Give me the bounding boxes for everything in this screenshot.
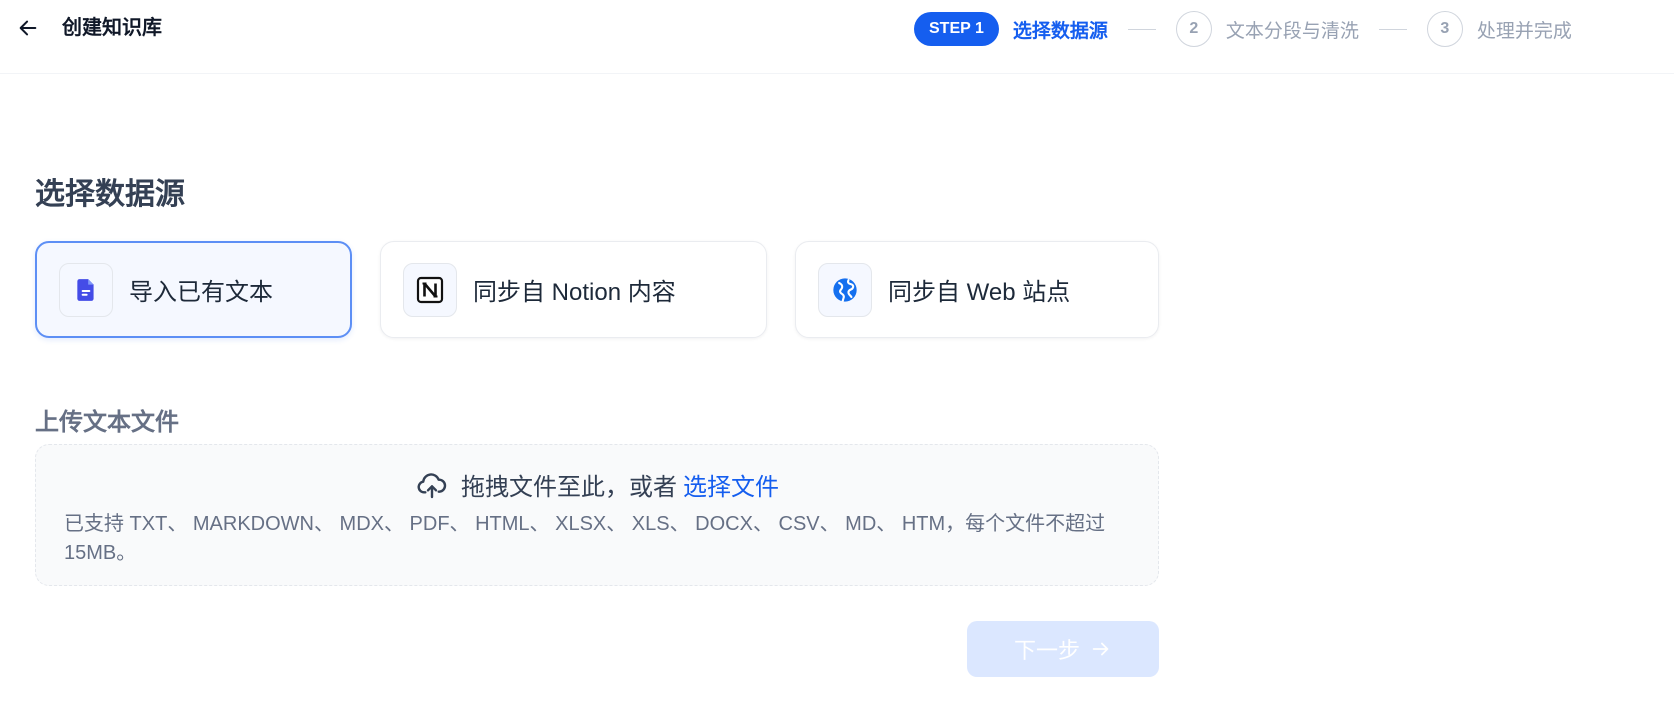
source-card-label: 导入已有文本	[129, 279, 273, 306]
arrow-right-icon	[1090, 638, 1112, 660]
globe-icon	[818, 262, 872, 317]
step-divider	[1378, 28, 1407, 30]
source-card-label: 同步自 Notion 内容	[473, 279, 676, 306]
section-title: 选择数据源	[35, 178, 185, 211]
file-dropzone[interactable]: 拖拽文件至此，或者 选择文件 已支持 TXT、 MARKDOWN、 MDX、 P…	[35, 444, 1159, 586]
next-step-label: 下一步	[1013, 638, 1080, 663]
dropzone-text: 拖拽文件至此，或者	[461, 474, 677, 501]
step-3-badge: 3	[1426, 11, 1463, 47]
top-bar: 创建知识库 STEP 1 选择数据源 2 文本分段与清洗 3 处理并完成	[0, 0, 1674, 74]
notion-icon	[403, 262, 457, 317]
supported-formats-hint: 已支持 TXT、 MARKDOWN、 MDX、 PDF、 HTML、 XLSX、…	[64, 513, 1106, 564]
step-2-label: 文本分段与清洗	[1225, 20, 1359, 42]
source-card-web[interactable]: 同步自 Web 站点	[795, 241, 1159, 338]
back-arrow-icon[interactable]	[16, 16, 40, 40]
source-card-import-text[interactable]: 导入已有文本	[35, 241, 352, 338]
step-3-label: 处理并完成	[1476, 20, 1572, 42]
dropzone-prompt: 拖拽文件至此，或者 选择文件	[36, 467, 1158, 502]
next-step-button[interactable]: 下一步	[967, 621, 1159, 677]
step-1-badge: STEP 1	[914, 12, 999, 46]
step-2-badge: 2	[1175, 11, 1212, 47]
select-file-link[interactable]: 选择文件	[683, 467, 779, 502]
page-title: 创建知识库	[62, 17, 162, 39]
source-card-label: 同步自 Web 站点	[888, 279, 1071, 306]
step-divider	[1127, 28, 1156, 30]
stepper: STEP 1 选择数据源 2 文本分段与清洗 3 处理并完成	[914, 11, 1572, 47]
file-text-icon	[59, 262, 113, 317]
source-card-notion[interactable]: 同步自 Notion 内容	[380, 241, 767, 338]
step-1-label: 选择数据源	[1012, 20, 1108, 42]
cloud-upload-icon	[415, 469, 449, 501]
upload-title: 上传文本文件	[35, 409, 179, 436]
